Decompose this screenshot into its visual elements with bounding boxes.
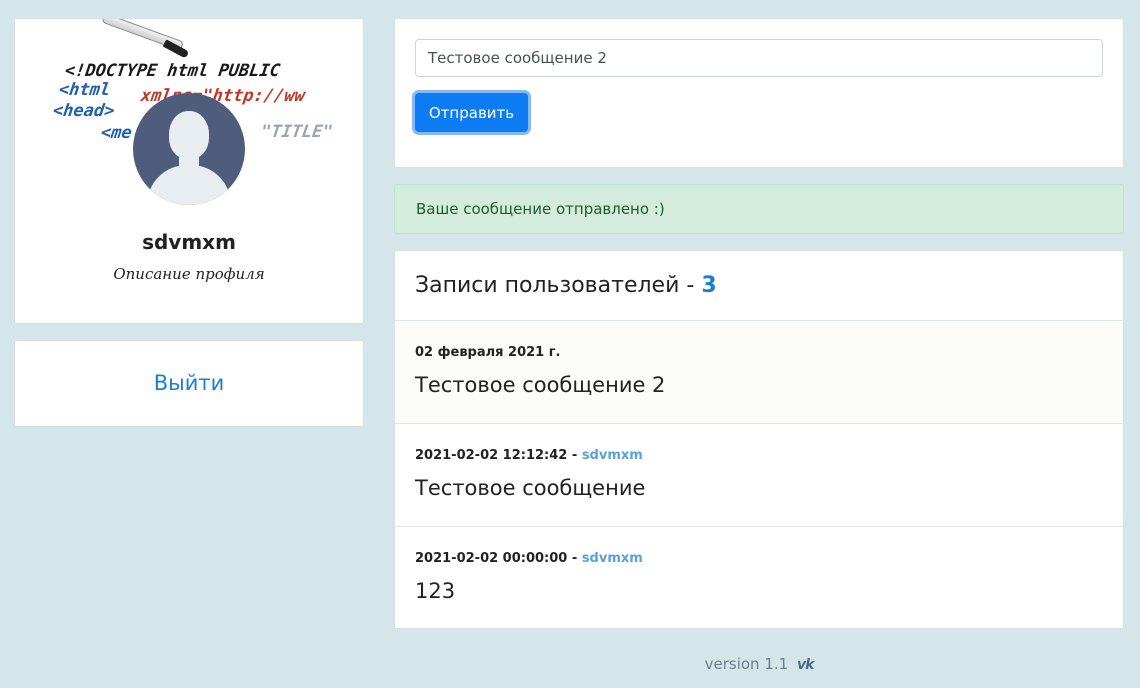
send-button[interactable]: Отправить (415, 93, 528, 132)
message-form-card: Отправить (394, 18, 1124, 168)
banner-code-line: <html (57, 80, 112, 100)
post-meta: 2021-02-02 12:12:42 - sdvmxm (415, 448, 643, 463)
post-author-link[interactable]: sdvmxm (582, 448, 643, 463)
post-text: Тестовое сообщение (415, 476, 646, 500)
banner-code-line: <me (99, 123, 134, 143)
post-text: Тестовое сообщение 2 (415, 373, 666, 397)
profile-description: Описание профиля (113, 265, 265, 283)
alert-text: Ваше сообщение отправлено :) (416, 200, 665, 218)
posts-title-text: Записи пользователей - (415, 273, 702, 298)
logout-card: Выйти (14, 340, 364, 427)
logout-link[interactable]: Выйти (15, 371, 363, 395)
banner-code-line: "TITLE" (259, 122, 335, 142)
post-date: 02 февраля 2021 г. (415, 345, 561, 360)
banner-code-line: <head> (51, 101, 116, 121)
posts-header: Записи пользователей - 3 (395, 251, 1123, 321)
post-item: 02 февраля 2021 г. Тестовое сообщение 2 (395, 321, 1123, 424)
profile-card: <!DOCTYPE html PUBLIC <html xmlns="http:… (14, 18, 364, 324)
post-timestamp: 2021-02-02 12:12:42 - (415, 448, 582, 463)
post-text: 123 (415, 579, 456, 603)
post-item: 2021-02-02 00:00:00 - sdvmxm 123 (395, 527, 1123, 630)
post-timestamp: 2021-02-02 00:00:00 - (415, 551, 582, 566)
vk-icon[interactable]: vk (797, 657, 814, 673)
post-author-link[interactable]: sdvmxm (582, 551, 643, 566)
banner-code-line: <!DOCTYPE html PUBLIC (63, 61, 282, 81)
posts-title: Записи пользователей - 3 (415, 273, 717, 298)
posts-card: Записи пользователей - 3 02 февраля 2021… (394, 250, 1124, 629)
success-alert: Ваше сообщение отправлено :) (394, 184, 1124, 234)
profile-username: sdvmxm (142, 230, 236, 254)
version-text: version 1.1 (704, 655, 789, 673)
footer: version 1.1 vk (394, 655, 1124, 673)
avatar (133, 93, 245, 205)
message-input[interactable] (415, 39, 1103, 77)
post-item: 2021-02-02 12:12:42 - sdvmxm Тестовое со… (395, 424, 1123, 527)
post-meta: 2021-02-02 00:00:00 - sdvmxm (415, 551, 643, 566)
posts-count: 3 (701, 273, 717, 298)
